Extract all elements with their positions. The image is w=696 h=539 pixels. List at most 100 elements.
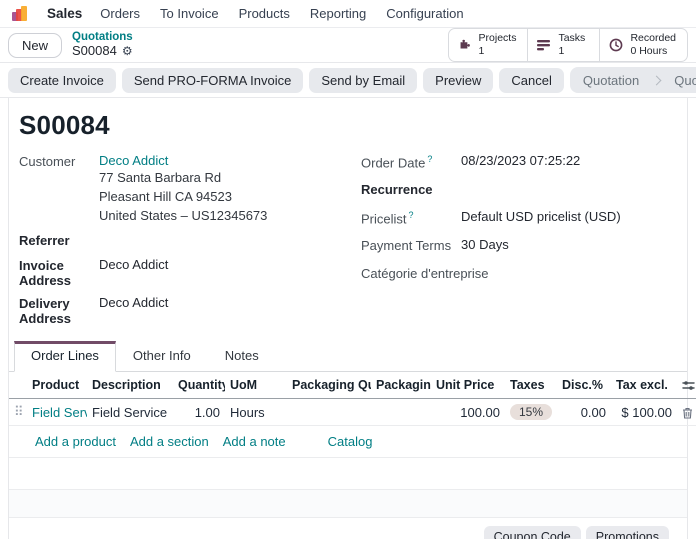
line-tax-excl: $ 100.00 (611, 399, 677, 426)
product-link[interactable]: Field Service (32, 405, 87, 420)
customer-address-line: Pleasant Hill CA 94523 (99, 187, 267, 206)
tasks-icon (537, 39, 551, 51)
tab-bar: Order Lines Other Info Notes (9, 341, 687, 372)
order-date-field[interactable]: 08/23/2023 07:25:22 (461, 153, 580, 171)
promo-buttons: Coupon Code Promotions (499, 526, 669, 539)
col-product[interactable]: Product (27, 372, 87, 399)
recurrence-label: Recurrence (361, 181, 461, 199)
order-lines-table: Product Description Quantity UoM Packagi… (9, 372, 696, 426)
customer-address-line: 77 Santa Barbara Rd (99, 168, 267, 187)
col-unit-price[interactable]: Unit Price (431, 372, 505, 399)
line-packaging (371, 399, 431, 426)
recorded-stat-label: Recorded (630, 32, 676, 45)
company-category-label: Catégorie d'entreprise (361, 265, 501, 283)
send-proforma-button[interactable]: Send PRO-FORMA Invoice (122, 68, 304, 93)
customer-label: Customer (19, 153, 99, 225)
recorded-stat-button[interactable]: Recorded 0 Hours (599, 29, 687, 61)
catalog-link[interactable]: Catalog (328, 434, 373, 449)
menu-reporting[interactable]: Reporting (310, 6, 366, 21)
add-a-note-link[interactable]: Add a note (223, 434, 286, 449)
drag-handle-icon[interactable]: ⠿ (9, 399, 27, 426)
col-packaging[interactable]: Packaging (371, 372, 431, 399)
delivery-address-field[interactable]: Deco Addict (99, 295, 168, 326)
notebook: Order Lines Other Info Notes Product Des… (9, 341, 687, 518)
sales-app-icon[interactable] (12, 6, 29, 21)
coupon-code-button[interactable]: Coupon Code (484, 526, 581, 539)
puzzle-icon (458, 38, 472, 52)
projects-stat-label: Projects (479, 32, 517, 45)
preview-button[interactable]: Preview (423, 68, 493, 93)
control-panel: New Quotations S00084 ⚙ Projects 1 Tasks… (0, 28, 696, 62)
invoice-address-field[interactable]: Deco Addict (99, 257, 168, 288)
line-description: Field Service (87, 399, 173, 426)
col-disc[interactable]: Disc.% (557, 372, 611, 399)
empty-row (9, 458, 687, 490)
pricelist-label: Pricelist? (361, 209, 461, 227)
add-a-product-link[interactable]: Add a product (35, 434, 116, 449)
help-icon: ? (427, 154, 432, 164)
add-a-section-link[interactable]: Add a section (130, 434, 209, 449)
chevron-right-icon (652, 75, 662, 85)
col-uom[interactable]: UoM (225, 372, 287, 399)
action-bar: Create Invoice Send PRO-FORMA Invoice Se… (0, 62, 696, 98)
referrer-label: Referrer (19, 232, 99, 250)
menu-orders[interactable]: Orders (100, 6, 140, 21)
create-invoice-button[interactable]: Create Invoice (8, 68, 116, 93)
payment-terms-field[interactable]: 30 Days (461, 237, 509, 255)
tab-order-lines[interactable]: Order Lines (14, 341, 116, 372)
field-grid: Customer Deco Addict 77 Santa Barbara Rd… (19, 153, 677, 333)
line-quantity: 1.00 (173, 399, 225, 426)
line-uom: Hours (225, 399, 287, 426)
empty-row (9, 490, 687, 518)
table-header-row: Product Description Quantity UoM Packagi… (9, 372, 696, 399)
stat-button-group: Projects 1 Tasks 1 Recorded 0 Hours (448, 28, 688, 62)
odoo-window: Sales Orders To Invoice Products Reporti… (0, 0, 696, 539)
cancel-button[interactable]: Cancel (499, 68, 563, 93)
line-footer-links: Add a product Add a section Add a note C… (9, 426, 687, 458)
order-date-label: Order Date? (361, 153, 461, 171)
customer-link[interactable]: Deco Addict (99, 153, 168, 168)
status-pipeline: Quotation Quotation Sent Sales Order (570, 67, 696, 93)
status-step-quotation-sent[interactable]: Quotation Sent (661, 73, 696, 88)
tasks-stat-button[interactable]: Tasks 1 (527, 29, 599, 61)
clock-icon (609, 38, 623, 52)
tasks-stat-label: Tasks (558, 32, 585, 45)
line-disc: 0.00 (557, 399, 611, 426)
tab-other-info[interactable]: Other Info (116, 341, 208, 371)
customer-address-line: United States – US12345673 (99, 206, 267, 225)
optional-columns-icon[interactable] (677, 372, 696, 399)
menu-to-invoice[interactable]: To Invoice (160, 6, 219, 21)
new-button[interactable]: New (8, 33, 62, 58)
top-nav: Sales Orders To Invoice Products Reporti… (0, 0, 696, 28)
col-taxes[interactable]: Taxes (505, 372, 557, 399)
tab-notes[interactable]: Notes (208, 341, 276, 371)
record-title: S00084 (19, 110, 677, 141)
gear-icon[interactable]: ⚙ (122, 45, 133, 59)
invoice-address-label: Invoice Address (19, 257, 99, 288)
form-sheet: S00084 Customer Deco Addict 77 Santa Bar… (8, 98, 688, 539)
delivery-address-label: Delivery Address (19, 295, 99, 326)
projects-stat-button[interactable]: Projects 1 (449, 29, 528, 61)
line-packaging-qty (287, 399, 371, 426)
col-description[interactable]: Description (87, 372, 173, 399)
col-tax-excl[interactable]: Tax excl. (611, 372, 677, 399)
status-step-quotation[interactable]: Quotation (570, 73, 652, 88)
col-packaging-qty[interactable]: Packaging Quant... (287, 372, 371, 399)
help-icon: ? (409, 210, 414, 220)
pricelist-field[interactable]: Default USD pricelist (USD) (461, 209, 621, 227)
breadcrumb: Quotations S00084 ⚙ (72, 31, 133, 59)
delete-line-icon[interactable] (677, 399, 696, 426)
breadcrumb-current: S00084 (72, 44, 117, 59)
app-name[interactable]: Sales (47, 6, 82, 21)
col-quantity[interactable]: Quantity (173, 372, 225, 399)
projects-stat-value: 1 (479, 45, 517, 58)
tasks-stat-value: 1 (558, 45, 585, 58)
promotions-button[interactable]: Promotions (586, 526, 669, 539)
sheet-footer: Terms & Conditions: https://49839273-saa… (19, 518, 677, 539)
menu-configuration[interactable]: Configuration (386, 6, 463, 21)
send-by-email-button[interactable]: Send by Email (309, 68, 417, 93)
payment-terms-label: Payment Terms (361, 237, 461, 255)
recorded-stat-value: 0 Hours (630, 45, 676, 58)
order-line-row[interactable]: ⠿ Field Service Field Service 1.00 Hours… (9, 399, 696, 426)
menu-products[interactable]: Products (239, 6, 290, 21)
